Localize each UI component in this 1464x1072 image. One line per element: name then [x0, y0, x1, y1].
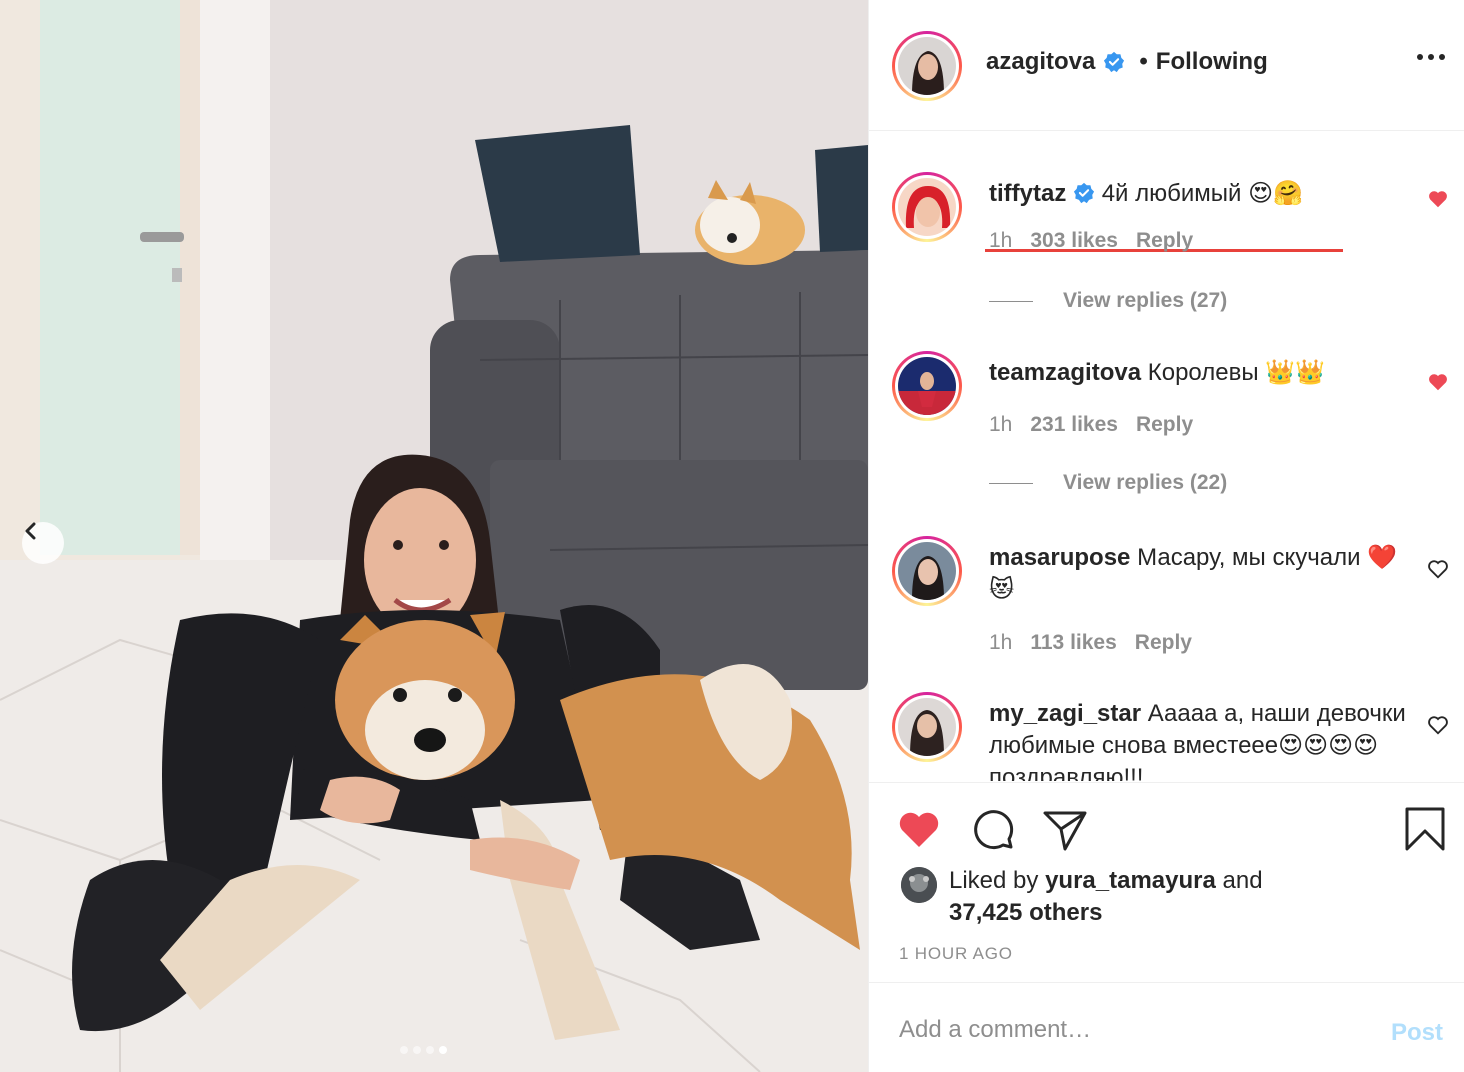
comment-avatar[interactable] — [892, 351, 962, 421]
reply-button[interactable]: Reply — [1136, 413, 1193, 437]
carousel-dot — [400, 1046, 408, 1054]
comment-avatar[interactable] — [892, 692, 962, 762]
post-comment-button[interactable]: Post — [1391, 1019, 1443, 1047]
carousel-dot-active — [439, 1046, 447, 1054]
carousel-indicator — [400, 1046, 447, 1054]
comment-time: 1h — [989, 413, 1013, 436]
comment-meta: 1h 231 likes Reply — [989, 413, 1193, 437]
carousel-previous-button[interactable] — [22, 522, 64, 564]
reply-button[interactable]: Reply — [1135, 631, 1192, 655]
chevron-left-icon — [25, 522, 36, 540]
comment-text: Королевы 👑👑 — [1147, 359, 1326, 386]
verified-badge-icon — [1104, 51, 1125, 73]
comment-body: tiffytaz 4й любимый 😍🤗 — [989, 178, 1409, 210]
liked-by-text: Liked by yura_tamayura and 37,425 others — [949, 865, 1263, 929]
comment-meta: 1h 113 likes Reply — [989, 631, 1192, 655]
carousel-dot — [426, 1046, 434, 1054]
comment-avatar-image — [898, 178, 956, 236]
comment-avatar-image — [898, 542, 956, 600]
comment-likes[interactable]: 303 likes — [1030, 229, 1118, 253]
comment-avatar[interactable] — [892, 172, 962, 242]
comment-like-heart-icon[interactable] — [1427, 714, 1449, 736]
comment-meta: 1h 303 likes Reply — [989, 229, 1193, 253]
view-replies-button[interactable]: View replies (22) — [989, 471, 1227, 495]
comment-body: masarupose Масару, мы скучали ❤️😻 — [989, 542, 1409, 606]
liked-by-user[interactable]: yura_tamayura — [1045, 867, 1216, 894]
liked-by-prefix: Liked by — [949, 867, 1039, 894]
comment-likes[interactable]: 113 likes — [1030, 631, 1116, 655]
post-photo[interactable] — [0, 0, 868, 1072]
comment-likes[interactable]: 231 likes — [1030, 413, 1118, 437]
comment-text: 4й любимый 😍🤗 — [1101, 180, 1303, 207]
comment-body: teamzagitova Королевы 👑👑 — [989, 357, 1409, 389]
author-info: azagitova • Following — [986, 48, 1268, 76]
post-sidebar: azagitova • Following tiffytaz 4й любимы… — [868, 0, 1464, 1072]
author-avatar-image — [898, 37, 956, 95]
add-comment-bar: Post — [869, 982, 1464, 1072]
comment-avatar-image — [898, 357, 956, 415]
comment-username[interactable]: tiffytaz — [989, 180, 1066, 207]
post-header: azagitova • Following — [869, 0, 1464, 131]
comment-like-heart-icon[interactable] — [1427, 558, 1449, 580]
post-timestamp[interactable]: 1 HOUR AGO — [899, 944, 1013, 964]
comment-icon[interactable] — [969, 805, 1017, 853]
view-replies-button[interactable]: View replies (27) — [989, 289, 1227, 313]
photo-illustration — [0, 0, 868, 1072]
comments-list[interactable]: tiffytaz 4й любимый 😍🤗 1h 303 likes Repl… — [869, 131, 1464, 781]
comment-time: 1h — [989, 229, 1013, 252]
comment-username[interactable]: teamzagitova — [989, 359, 1141, 386]
view-replies-line — [989, 300, 1033, 302]
post-actions: Liked by yura_tamayura and 37,425 others… — [869, 782, 1464, 982]
following-button[interactable]: Following — [1156, 48, 1268, 76]
comment-avatar-image — [898, 698, 956, 756]
comment-like-heart-icon[interactable] — [1427, 371, 1449, 393]
verified-badge-icon — [1073, 182, 1095, 204]
comment-avatar[interactable] — [892, 536, 962, 606]
comment-input[interactable] — [899, 1013, 1339, 1047]
bookmark-icon[interactable] — [1401, 805, 1449, 853]
more-options-icon[interactable] — [1417, 54, 1445, 60]
liked-by-joiner: and — [1222, 867, 1263, 894]
author-username[interactable]: azagitova — [986, 48, 1095, 76]
comment-username[interactable]: masarupose — [989, 544, 1130, 571]
comment-username[interactable]: my_zagi_star — [989, 700, 1141, 727]
follow-separator: • — [1139, 48, 1148, 75]
liker-avatar[interactable] — [901, 867, 937, 903]
view-replies-label: View replies (22) — [1063, 471, 1228, 494]
author-avatar[interactable] — [892, 31, 962, 101]
liker-avatar-image — [901, 867, 937, 903]
comment-body: my_zagi_star Ааааа а, наши девочки любим… — [989, 698, 1409, 781]
carousel-dot — [413, 1046, 421, 1054]
view-replies-line — [989, 482, 1033, 484]
likes-count[interactable]: 37,425 others — [949, 899, 1102, 926]
reply-button[interactable]: Reply — [1136, 229, 1193, 253]
like-heart-icon[interactable] — [895, 805, 943, 853]
view-replies-label: View replies (27) — [1063, 289, 1228, 312]
comment-time: 1h — [989, 631, 1013, 654]
share-send-icon[interactable] — [1041, 805, 1089, 853]
comment-like-heart-icon[interactable] — [1427, 188, 1449, 210]
